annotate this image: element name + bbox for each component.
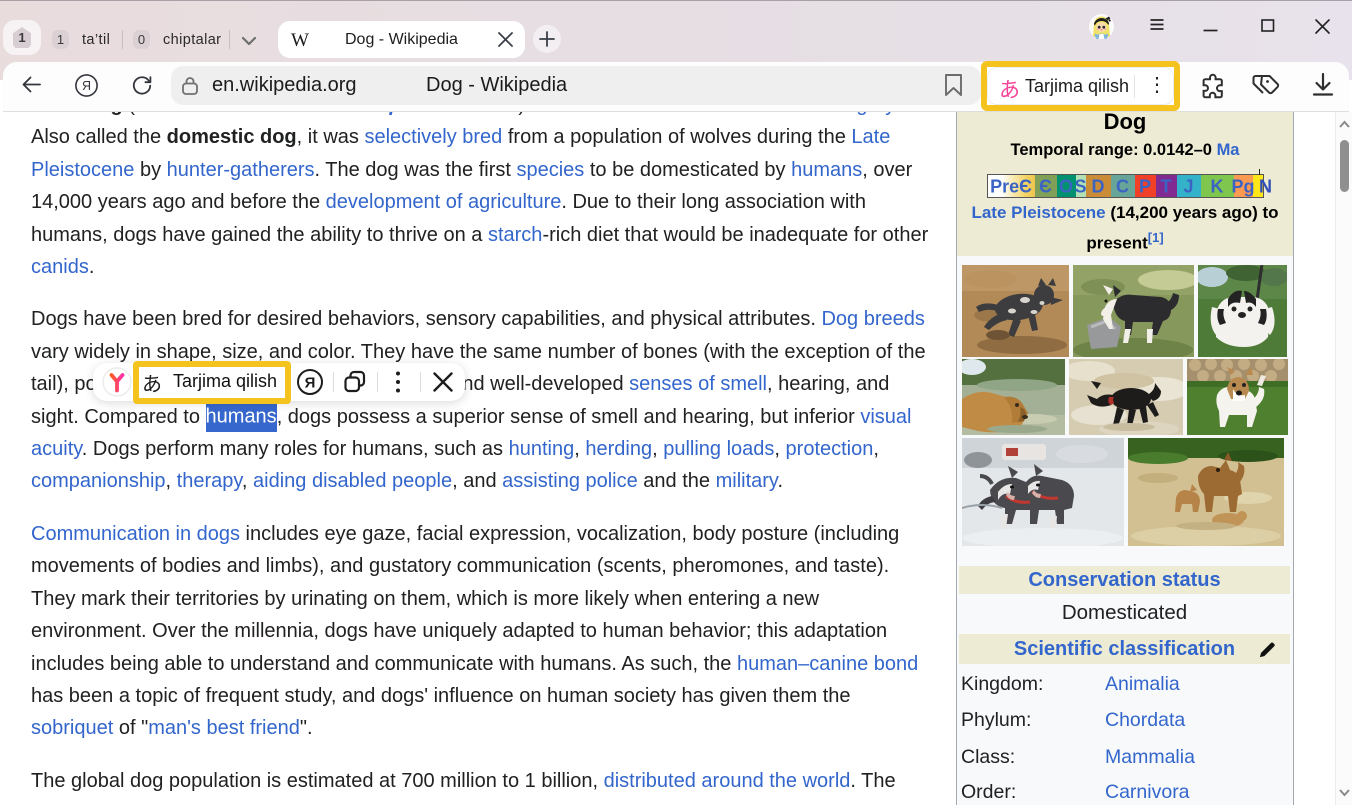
svg-text:Я: Я: [82, 79, 91, 93]
svg-text:Я: Я: [305, 375, 316, 392]
